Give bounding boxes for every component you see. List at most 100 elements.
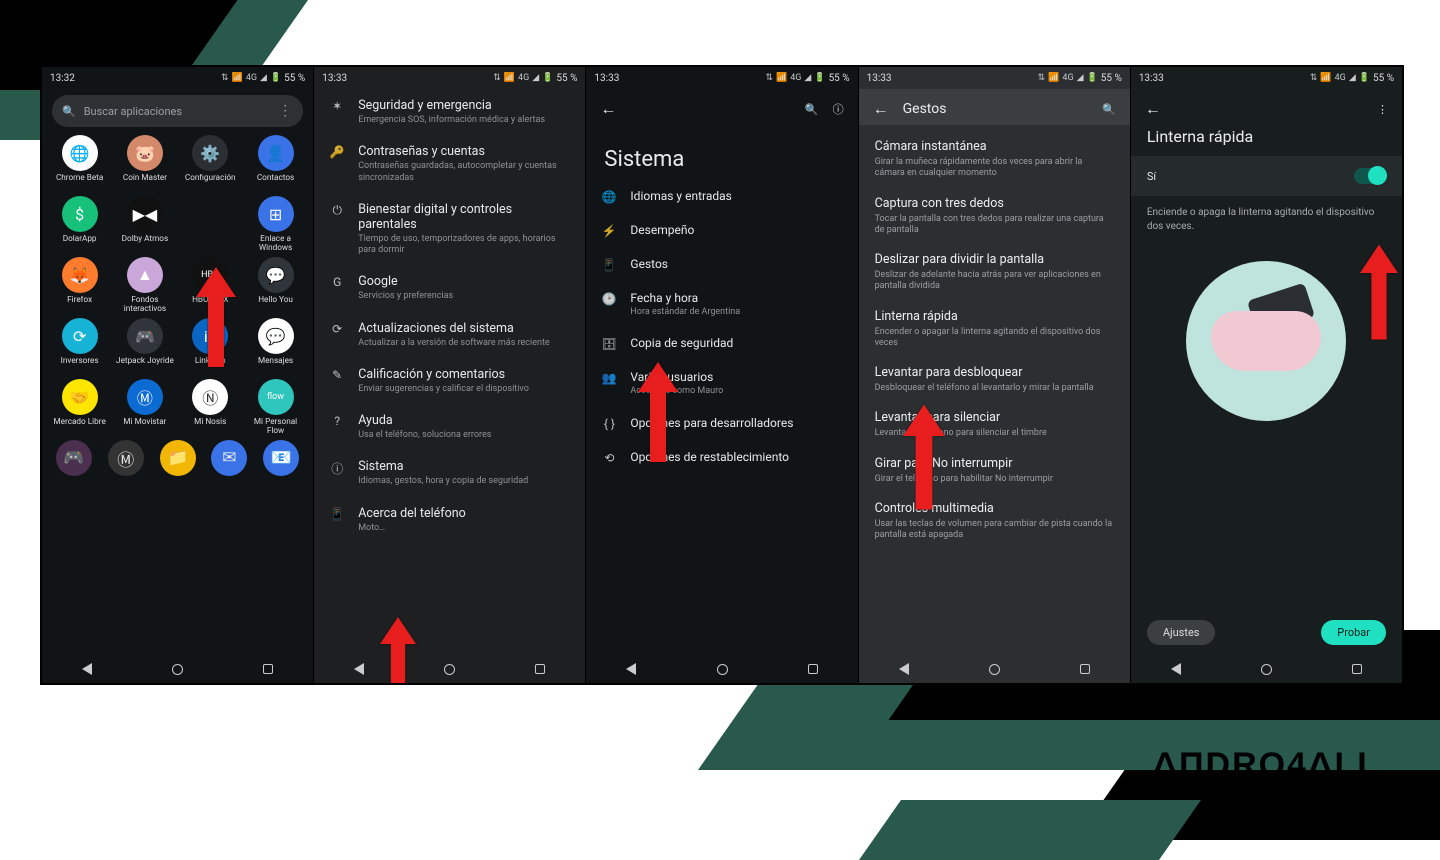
app-chrome-beta[interactable]: 🌐Chrome Beta — [48, 135, 111, 192]
dock-app[interactable]: Ⓜ — [108, 440, 144, 476]
system-item[interactable]: 🗄 Copia de seguridad — [586, 327, 857, 361]
nav-bar[interactable] — [859, 655, 1130, 683]
nav-bar[interactable] — [314, 655, 585, 683]
app-inversores[interactable]: ⟳Inversores — [48, 318, 111, 375]
app-contactos[interactable]: 👤Contactos — [244, 135, 307, 192]
dock-app[interactable]: 📁 — [160, 440, 196, 476]
row-subtitle: Girar el teléfono para habilitar No inte… — [875, 474, 1114, 485]
settings-list: ✶Seguridad y emergenciaEmergencia SOS, i… — [314, 89, 585, 543]
page-title: Sistema — [586, 125, 857, 180]
app-configuración[interactable]: ⚙️Configuración — [179, 135, 242, 192]
button-row: Ajustes Probar — [1131, 620, 1402, 655]
toolbar: ← Gestos 🔍 — [859, 89, 1130, 125]
dock-app[interactable]: ✉ — [211, 440, 247, 476]
settings-item[interactable]: ⟳Actualizaciones del sistemaActualizar a… — [314, 312, 585, 358]
gesture-item[interactable]: Girar para No interrumpirGirar el teléfo… — [859, 448, 1130, 493]
system-item[interactable]: ⟲Opciones de restablecimiento — [586, 441, 857, 475]
nav-home-icon[interactable] — [989, 664, 1000, 675]
app-firefox[interactable]: 🦊Firefox — [48, 257, 111, 314]
row-icon: { } — [600, 416, 618, 431]
gesture-item[interactable]: Levantar para silenciarLevantar el teléf… — [859, 402, 1130, 447]
settings-item[interactable]: ✶Seguridad y emergenciaEmergencia SOS, i… — [314, 89, 585, 135]
system-item[interactable]: 🕑Fecha y horaHora estándar de Argentina — [586, 282, 857, 327]
row-title: Varios usuarios — [630, 370, 843, 384]
search-input[interactable]: 🔍 Buscar aplicaciones ⋮ — [52, 95, 303, 127]
nav-recent-icon[interactable] — [1080, 664, 1090, 674]
app-fondos-interactivos[interactable]: ▲Fondos interactivos — [113, 257, 176, 314]
settings-item[interactable]: ⏻Bienestar digital y controles parentale… — [314, 193, 585, 266]
gesture-item[interactable]: Cámara instantáneaGirar la muñeca rápida… — [859, 131, 1130, 188]
app-mi-movistar[interactable]: ⓂMi Movistar — [113, 379, 176, 436]
nav-back-icon[interactable] — [1171, 663, 1181, 675]
row-icon: ⟳ — [328, 321, 346, 336]
gesture-item[interactable]: Levantar para desbloquearDesbloquear el … — [859, 357, 1130, 402]
app-hbo-max[interactable]: HBOHBO MAX — [179, 257, 242, 314]
app-mi-personal-flow[interactable]: flowMi Personal Flow — [244, 379, 307, 436]
nav-recent-icon[interactable] — [808, 664, 818, 674]
app-label: Jetpack Joyride — [116, 357, 174, 375]
nav-recent-icon[interactable] — [1352, 664, 1362, 674]
gesture-item[interactable]: Controles multimediaUsar las teclas de v… — [859, 493, 1130, 550]
row-title: Copia de seguridad — [630, 336, 843, 350]
app-dolby-atmos[interactable]: ▶◀Dolby Atmos — [113, 196, 176, 253]
app-jetpack-joyride[interactable]: 🎮Jetpack Joyride — [113, 318, 176, 375]
nav-recent-icon[interactable] — [263, 664, 273, 674]
dock-app[interactable]: 🎮 — [56, 440, 92, 476]
nav-home-icon[interactable] — [717, 664, 728, 675]
app-enlace-a-windows[interactable]: ⊞Enlace a Windows — [244, 196, 307, 253]
app-mi-nosis[interactable]: ⓃMi Nosis — [179, 379, 242, 436]
nav-home-icon[interactable] — [444, 664, 455, 675]
row-subtitle: Usar las teclas de volumen para cambiar … — [875, 519, 1114, 542]
row-subtitle: Usa el teléfono, soluciona errores — [358, 430, 571, 441]
app-label: Mi Movistar — [123, 418, 166, 436]
row-subtitle: Enviar sugerencias y calificar el dispos… — [358, 384, 571, 395]
search-icon[interactable]: 🔍 — [805, 103, 819, 116]
settings-item[interactable]: ✎Calificación y comentariosEnviar sugere… — [314, 358, 585, 404]
settings-item[interactable]: GGoogleServicios y preferencias — [314, 265, 585, 311]
back-icon[interactable]: ← — [873, 99, 889, 119]
nav-home-icon[interactable] — [1261, 664, 1272, 675]
settings-item[interactable]: ⓘSistemaIdiomas, gestos, hora y copia de… — [314, 450, 585, 496]
app-mensajes[interactable]: 💬Mensajes — [244, 318, 307, 375]
nav-back-icon[interactable] — [354, 663, 364, 675]
gesture-item[interactable]: Captura con tres dedosTocar la pantalla … — [859, 188, 1130, 245]
system-item[interactable]: ⚡Desempeño — [586, 214, 857, 248]
gesture-item[interactable]: Deslizar para dividir la pantallaDesliza… — [859, 244, 1130, 301]
system-item[interactable]: 🌐Idiomas y entradas — [586, 180, 857, 214]
settings-button[interactable]: Ajustes — [1147, 620, 1216, 645]
back-icon[interactable]: ← — [600, 99, 616, 119]
dock-app[interactable]: 📧 — [263, 440, 299, 476]
search-icon[interactable]: 🔍 — [1102, 103, 1116, 116]
nav-bar[interactable] — [1131, 655, 1402, 683]
app-coin-master[interactable]: 🐷Coin Master — [113, 135, 176, 192]
nav-bar[interactable] — [42, 655, 313, 683]
nav-bar[interactable] — [586, 655, 857, 683]
row-icon: 🗄 — [600, 336, 618, 351]
nav-home-icon[interactable] — [172, 664, 183, 675]
app-dolarapp[interactable]: $DolarApp — [48, 196, 111, 253]
more-icon[interactable]: ⋮ — [278, 103, 293, 119]
nav-back-icon[interactable] — [626, 663, 636, 675]
system-item[interactable]: 👥Varios usuariosAccediste como Mauro — [586, 361, 857, 406]
toggle-row[interactable]: Sí — [1131, 156, 1402, 196]
row-subtitle: Emergencia SOS, información médica y ale… — [358, 115, 571, 126]
help-icon[interactable]: ⓘ — [833, 101, 844, 117]
try-button[interactable]: Probar — [1321, 620, 1386, 645]
settings-item[interactable]: 📱Acerca del teléfonoMoto… — [314, 497, 585, 543]
app-mercado-libre[interactable]: 🤝Mercado Libre — [48, 379, 111, 436]
settings-item[interactable]: 🔑Contraseñas y cuentasContraseñas guarda… — [314, 135, 585, 193]
nav-recent-icon[interactable] — [535, 664, 545, 674]
more-icon[interactable]: ⋮ — [1377, 103, 1388, 116]
app-blank — [179, 196, 242, 253]
app-linkedin[interactable]: inLinkedIn — [179, 318, 242, 375]
system-item[interactable]: 📱Gestos — [586, 248, 857, 282]
back-icon[interactable]: ← — [1145, 99, 1161, 119]
gesture-item[interactable]: Linterna rápidaEncender o apagar la lint… — [859, 301, 1130, 358]
nav-back-icon[interactable] — [82, 663, 92, 675]
nav-back-icon[interactable] — [899, 663, 909, 675]
settings-item[interactable]: ?AyudaUsa el teléfono, soluciona errores — [314, 404, 585, 450]
row-subtitle: Accediste como Mauro — [630, 386, 843, 397]
system-item[interactable]: { }Opciones para desarrolladores — [586, 407, 857, 441]
app-hello-you[interactable]: 💬Hello You — [244, 257, 307, 314]
toggle-switch[interactable] — [1354, 168, 1386, 184]
